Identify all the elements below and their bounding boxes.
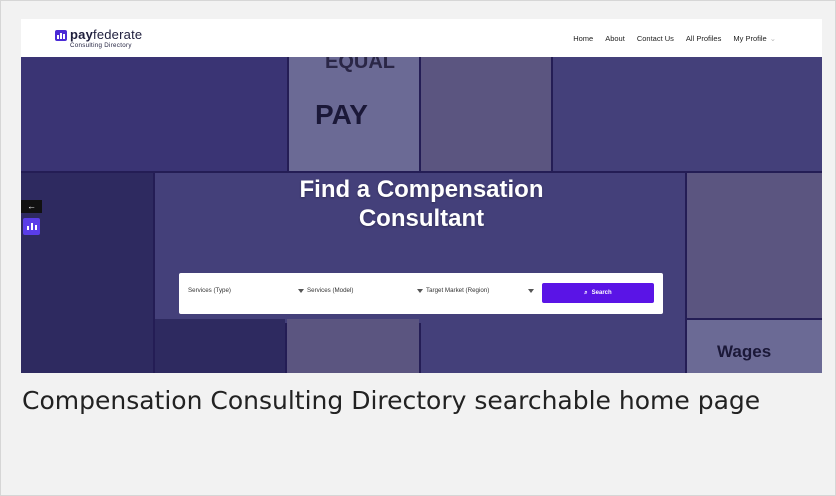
screenshot: payfederate Consulting Directory Home Ab… xyxy=(21,19,822,373)
hero-photo-wages: Wages xyxy=(687,320,822,373)
search-form: Services (Type) Services (Model) Target … xyxy=(179,273,663,314)
brand-name: payfederate xyxy=(70,27,143,42)
caret-down-icon xyxy=(417,289,423,293)
pay-sign-text: PAY xyxy=(315,99,368,130)
side-logo-icon[interactable] xyxy=(23,218,40,235)
hero-title: Find a Compensation Consultant xyxy=(299,176,544,232)
search-button[interactable]: ⌕ Search xyxy=(542,283,654,303)
chevron-down-icon: ⌄ xyxy=(769,34,776,43)
hero-photo-equal-pay: EQUAL PAY xyxy=(289,57,419,171)
image-frame: payfederate Consulting Directory Home Ab… xyxy=(0,0,836,496)
logo-bars-icon xyxy=(55,30,67,41)
services-type-select[interactable]: Services (Type) xyxy=(188,287,304,299)
hero-photo-team xyxy=(553,57,822,171)
caret-down-icon xyxy=(298,289,304,293)
hero-photo-desk xyxy=(155,319,285,373)
nav-home[interactable]: Home xyxy=(573,34,593,43)
nav-my-profile[interactable]: My Profile ⌄ xyxy=(733,34,776,43)
main-nav: Home About Contact Us All Profiles My Pr… xyxy=(573,34,776,43)
wages-sign-text: Wages xyxy=(717,342,772,361)
nav-contact-us[interactable]: Contact Us xyxy=(637,34,674,43)
caret-down-icon xyxy=(528,289,534,293)
hero-photo-paper-handover xyxy=(421,319,685,373)
brand-subtitle: Consulting Directory xyxy=(70,42,132,49)
services-model-select[interactable]: Services (Model) xyxy=(307,287,423,299)
nav-about[interactable]: About xyxy=(605,34,625,43)
nav-all-profiles[interactable]: All Profiles xyxy=(686,34,721,43)
hero-banner: EQUAL PAY Wages Find a Compensation Cons… xyxy=(21,57,822,373)
hero-photo-notes xyxy=(421,57,551,171)
back-arrow-button[interactable]: ← xyxy=(21,200,42,213)
image-caption: Compensation Consulting Directory search… xyxy=(22,386,761,415)
hero-photo-papers xyxy=(287,319,419,373)
hero-photo-handshake xyxy=(21,57,287,171)
header-bar: payfederate Consulting Directory Home Ab… xyxy=(21,19,822,57)
target-market-region-select[interactable]: Target Market (Region) xyxy=(426,287,534,299)
equal-sign-text: EQUAL xyxy=(325,57,395,73)
search-icon: ⌕ xyxy=(584,289,588,296)
